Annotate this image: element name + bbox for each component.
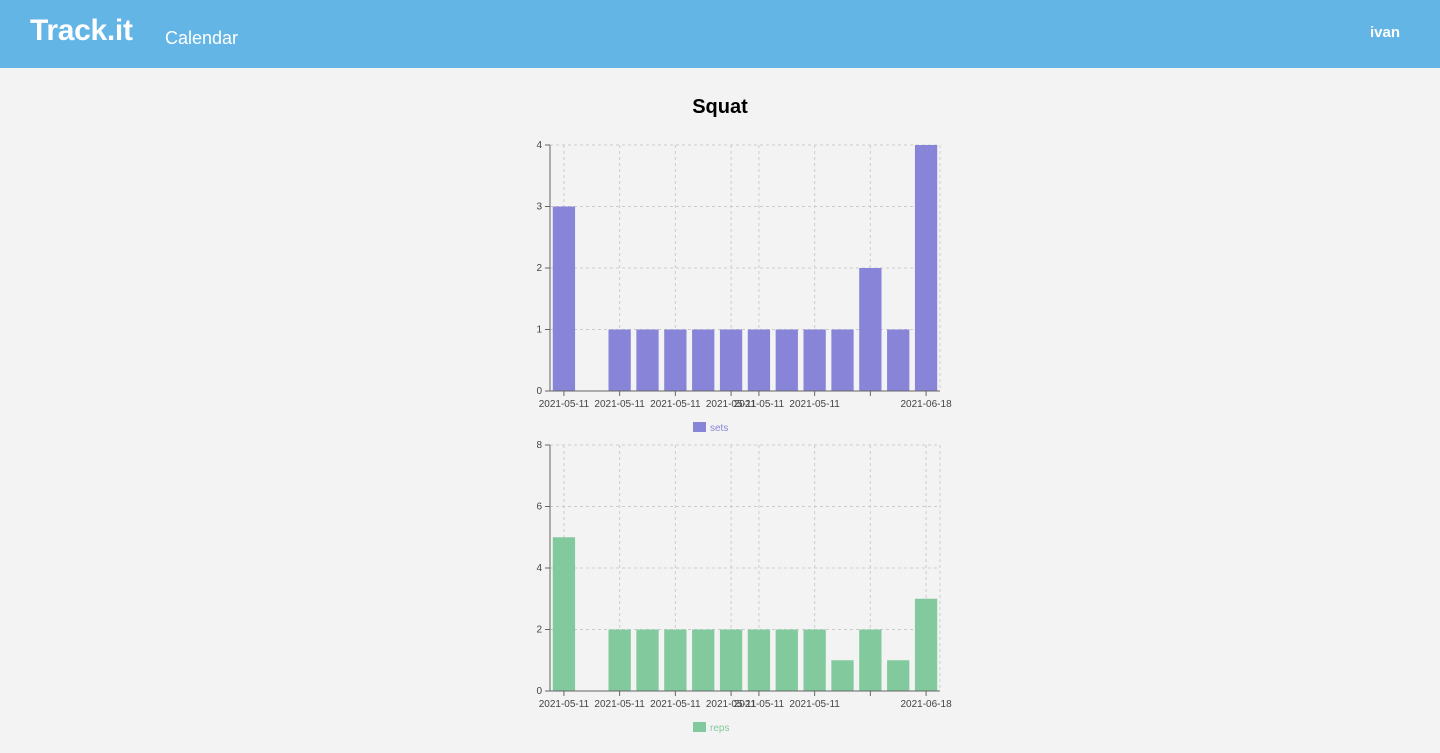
x-tick-label: 2021-06-18 — [900, 699, 952, 710]
bar-sets[interactable] — [775, 329, 798, 392]
bar-reps[interactable] — [775, 629, 798, 692]
bar-sets[interactable] — [608, 329, 631, 392]
y-tick-label: 4 — [536, 563, 542, 574]
sets-bar-chart: 0 1 2 3 4 2021-05-11 2021-05-11 2021-05-11 2021-… — [536, 140, 952, 434]
x-tick-label: 2021-05-11 — [539, 399, 590, 410]
bar-sets[interactable] — [914, 145, 938, 391]
y-tick-label: 6 — [536, 502, 542, 513]
legend-label-reps[interactable]: reps — [710, 723, 729, 734]
y-tick-label: 3 — [536, 202, 542, 213]
bar-sets[interactable] — [719, 329, 743, 392]
x-tick-label: 2021-05-11 — [734, 399, 785, 410]
bar-sets[interactable] — [887, 329, 910, 392]
x-tick-label: 2021-05-11 — [650, 399, 701, 410]
bar-sets[interactable] — [747, 329, 771, 392]
top-nav-bar: Track.it Calendar ivan — [0, 0, 1440, 68]
x-tick-label: 2021-05-11 — [734, 699, 785, 710]
x-tick-label: 2021-05-11 — [594, 399, 645, 410]
bar-reps[interactable] — [914, 598, 938, 691]
legend-swatch-sets — [693, 422, 706, 432]
reps-bar-chart: 0 2 4 6 8 2021-05-11 2021-05-11 2021-05-11 2021-… — [536, 440, 952, 734]
y-tick-label: 8 — [536, 440, 542, 451]
x-tick-label: 2021-05-11 — [594, 699, 645, 710]
bar-reps[interactable] — [831, 660, 854, 691]
bar-reps[interactable] — [887, 660, 910, 691]
legend-swatch-reps — [693, 722, 706, 732]
x-tick-label: 2021-05-11 — [789, 399, 840, 410]
y-tick-label: 2 — [536, 263, 542, 274]
bar-reps[interactable] — [664, 629, 687, 692]
user-menu[interactable]: ivan — [1370, 24, 1400, 41]
x-tick-label: 2021-05-11 — [539, 699, 590, 710]
bar-reps[interactable] — [859, 629, 882, 692]
bar-reps[interactable] — [608, 629, 631, 692]
bar-reps[interactable] — [719, 629, 743, 692]
bar-sets[interactable] — [636, 329, 659, 392]
y-tick-label: 4 — [536, 140, 542, 151]
bar-sets[interactable] — [552, 206, 576, 392]
x-tick-label: 2021-06-18 — [900, 399, 952, 410]
bar-reps[interactable] — [747, 629, 771, 692]
bar-sets[interactable] — [859, 268, 882, 391]
bar-reps[interactable] — [552, 537, 576, 691]
bar-reps[interactable] — [692, 629, 715, 692]
bar-sets[interactable] — [803, 329, 826, 392]
y-tick-label: 0 — [536, 386, 542, 397]
bar-reps[interactable] — [803, 629, 826, 692]
x-tick-label: 2021-05-11 — [789, 699, 840, 710]
bar-sets[interactable] — [664, 329, 687, 392]
brand-logo[interactable]: Track.it — [30, 14, 133, 48]
y-tick-label: 1 — [536, 325, 542, 336]
nav-link-calendar[interactable]: Calendar — [165, 28, 238, 49]
bar-reps[interactable] — [636, 629, 659, 692]
y-tick-label: 2 — [536, 625, 542, 636]
page-title: Squat — [692, 96, 748, 118]
bar-sets[interactable] — [692, 329, 715, 392]
y-tick-label: 0 — [536, 686, 542, 697]
bar-sets[interactable] — [831, 329, 854, 392]
x-tick-label: 2021-05-11 — [650, 699, 701, 710]
